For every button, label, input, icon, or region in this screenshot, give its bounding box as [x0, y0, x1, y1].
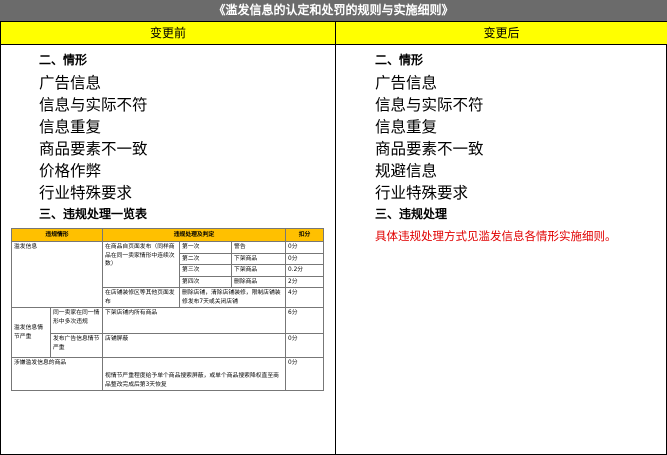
- page-title: 《滥发信息的认定和处罚的规则与实施细则》: [0, 0, 667, 21]
- table-row: 发布广告信息情节严重 店铺屏蔽 0分: [12, 333, 325, 358]
- table-cell: 0分: [285, 333, 325, 358]
- before-item: 商品要素不一致: [39, 140, 148, 158]
- table-cell: 下架商品: [231, 264, 287, 277]
- table-cell: 删除店铺，清除店铺装修，限制店铺装修发布7天或关闭店铺: [179, 287, 287, 308]
- table-cell: 同一卖家在同一情形中多次违规: [49, 307, 104, 334]
- before-item: 行业特殊要求: [39, 184, 133, 202]
- before-item: 信息重复: [39, 118, 102, 136]
- table-cell: 滥发信息情节严重: [11, 307, 51, 358]
- after-section-situations: 二、情形: [375, 53, 424, 67]
- before-item: 信息与实际不符: [39, 96, 148, 114]
- after-header: 变更后: [336, 22, 667, 45]
- table-cell: 店铺屏蔽: [102, 333, 287, 358]
- before-column: 二、情形 广告信息 信息与实际不符 信息重复 商品要素不一致 价格作弊 行业特殊…: [39, 52, 329, 226]
- table-cell: 第二次: [179, 252, 233, 265]
- comparison-frame: 变更前 变更后 二、情形 广告信息 信息与实际不符 信息重复 商品要素不一致 价…: [0, 21, 667, 455]
- table-cell: 下架店铺内所有商品: [102, 307, 287, 334]
- column-divider: [335, 22, 336, 454]
- table-cell: 在商品自页面发布（同样商品在同一卖家情形中连续次数）: [102, 241, 181, 288]
- after-section-penalties: 三、违规处理: [375, 207, 448, 221]
- table-cell: 发布广告信息情节严重: [49, 333, 104, 358]
- table-cell: 第三次: [179, 264, 233, 277]
- table-cell: 4分: [285, 287, 325, 308]
- after-note: 具体违规处理方式见滥发信息各情形实施细则。: [375, 229, 617, 243]
- table-cell: 第四次: [179, 275, 233, 288]
- table-header-cell: 违规情形: [10, 228, 104, 242]
- after-item: 信息重复: [375, 118, 438, 136]
- before-item: 广告信息: [39, 74, 102, 92]
- table-row: 涉嫌滥发信息的商品 视情节严重程度给予单个商品搜索屏蔽，或单个商品搜索降权直至商…: [10, 357, 325, 391]
- table-header-cell: 违规处理及判定: [102, 228, 287, 242]
- table-row: 滥发信息 在商品自页面发布（同样商品在同一卖家情形中连续次数） 第一次 警告 0…: [10, 241, 325, 308]
- table-cell: 0分: [285, 241, 325, 254]
- before-header: 变更前: [1, 22, 335, 45]
- table-cell: 6分: [285, 307, 325, 334]
- after-item: 规避信息: [375, 162, 438, 180]
- table-cell: 0.2分: [285, 264, 325, 277]
- before-section-situations: 二、情形: [39, 53, 88, 67]
- before-item: 价格作弊: [39, 162, 102, 180]
- after-item: 商品要素不一致: [375, 140, 484, 158]
- table-cell: 警告: [231, 241, 287, 254]
- after-column: 二、情形 广告信息 信息与实际不符 信息重复 商品要素不一致 规避信息 行业特殊…: [375, 52, 665, 244]
- table-header-cell: 扣分: [285, 228, 325, 242]
- table-cell: 删除商品: [231, 275, 287, 288]
- after-item: 行业特殊要求: [375, 184, 469, 202]
- table-cell: 在店铺装修区等其他页面发布: [102, 287, 181, 308]
- table-header-row: 违规情形 违规处理及判定 扣分: [10, 228, 325, 242]
- before-section-penalties: 三、违规处理一览表: [39, 207, 148, 221]
- after-item: 广告信息: [375, 74, 438, 92]
- after-item: 信息与实际不符: [375, 96, 484, 114]
- table-cell: 下架商品: [231, 252, 287, 265]
- table-cell: 2分: [285, 275, 325, 288]
- table-cell: 0分: [285, 357, 325, 391]
- table-cell: 第一次: [179, 241, 233, 254]
- table-cell: 视情节严重程度给予单个商品搜索屏蔽，或单个商品搜索降权直至商品整改完成后第3天恢…: [102, 357, 287, 391]
- penalty-table: 违规情形 违规处理及判定 扣分 滥发信息 在商品自页面发布（同样商品在同一卖家情…: [10, 228, 325, 391]
- table-cell: 涉嫌滥发信息的商品: [10, 357, 104, 391]
- table-cell: 滥发信息: [10, 241, 104, 308]
- table-cell: 0分: [285, 252, 325, 265]
- table-row: 滥发信息情节严重 同一卖家在同一情形中多次违规 下架店铺内所有商品 6分: [11, 307, 325, 358]
